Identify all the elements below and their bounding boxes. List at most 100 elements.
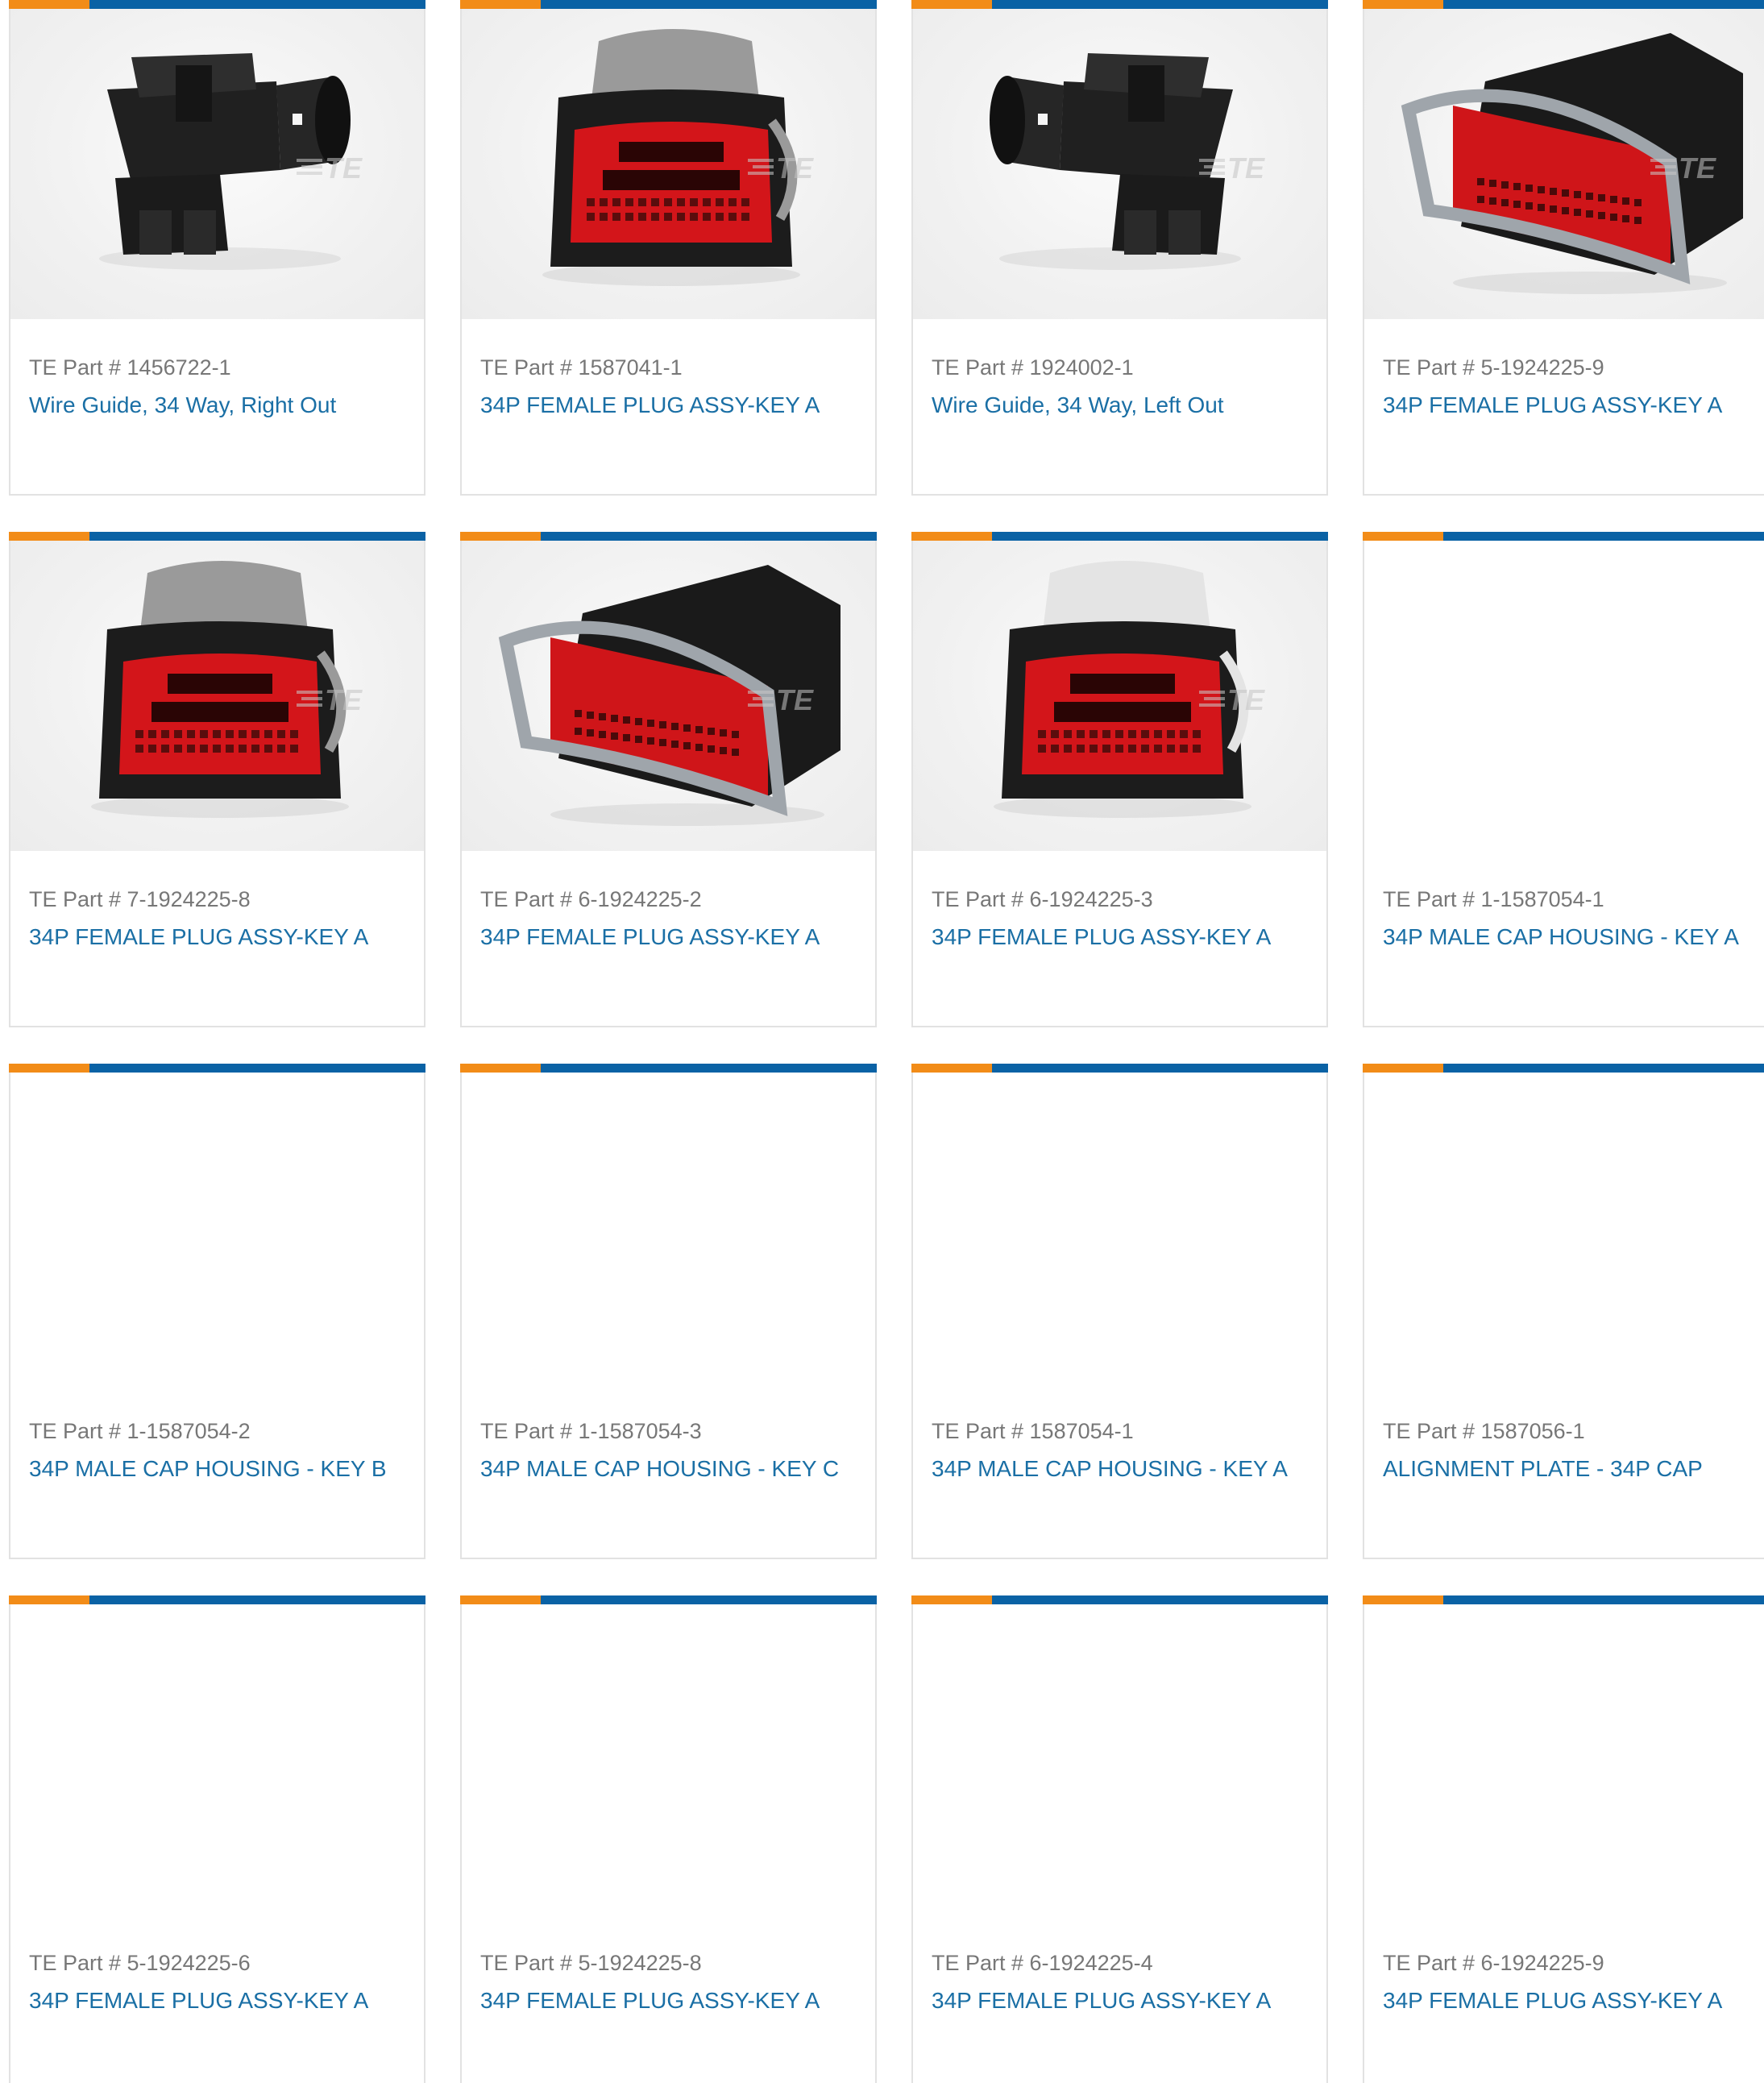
- accent-bar-orange: [460, 0, 541, 9]
- svg-text:TE: TE: [1227, 683, 1265, 716]
- product-name-link[interactable]: 34P FEMALE PLUG ASSY-KEY A: [1383, 1988, 1722, 2014]
- card-accent-bar: [911, 1595, 1328, 1604]
- product-name-link[interactable]: 34P MALE CAP HOUSING - KEY A: [1383, 924, 1739, 950]
- product-name-link[interactable]: Wire Guide, 34 Way, Right Out: [29, 392, 336, 418]
- part-number: TE Part # 6-1924225-4: [932, 1951, 1153, 1975]
- accent-bar-blue: [541, 532, 877, 541]
- product-name-link[interactable]: 34P MALE CAP HOUSING - KEY B: [29, 1456, 387, 1482]
- accent-bar-orange: [1363, 0, 1443, 9]
- accent-bar-blue: [541, 0, 877, 9]
- accent-bar-blue: [992, 1064, 1328, 1073]
- part-number: TE Part # 1587041-1: [480, 355, 683, 380]
- accent-bar-orange: [9, 1595, 89, 1604]
- product-card[interactable]: TE TE Part # 6-1924225-3 34P FEMALE PLUG A…: [911, 532, 1328, 1027]
- product-name-link[interactable]: Wire Guide, 34 Way, Left Out: [932, 392, 1224, 418]
- part-number: TE Part # 5-1924225-9: [1383, 355, 1604, 380]
- product-image[interactable]: TE: [913, 9, 1326, 319]
- product-name-link[interactable]: 34P FEMALE PLUG ASSY-KEY A: [480, 1988, 820, 2014]
- accent-bar-blue: [1443, 0, 1764, 9]
- product-image[interactable]: [10, 1073, 424, 1383]
- product-card[interactable]: TE Part # 5-1924225-8 34P FEMALE PLUG ASS…: [460, 1595, 877, 2083]
- part-number: TE Part # 6-1924225-9: [1383, 1951, 1604, 1975]
- product-image[interactable]: TE: [10, 9, 424, 319]
- product-image[interactable]: [462, 1604, 875, 1915]
- product-card[interactable]: TE TE Part # 1456722-1 Wire Guide, 34 Way,…: [9, 0, 425, 496]
- product-name-link[interactable]: 34P FEMALE PLUG ASSY-KEY A: [480, 392, 820, 418]
- product-name-link[interactable]: 34P FEMALE PLUG ASSY-KEY A: [29, 924, 368, 950]
- product-image[interactable]: TE: [913, 541, 1326, 851]
- product-image[interactable]: [913, 1604, 1326, 1915]
- product-image[interactable]: TE: [462, 541, 875, 851]
- part-number: TE Part # 1-1587054-2: [29, 1419, 251, 1443]
- product-image[interactable]: [462, 1073, 875, 1383]
- product-image[interactable]: [1364, 1604, 1764, 1915]
- product-image[interactable]: [1364, 1073, 1764, 1383]
- accent-bar-orange: [460, 1064, 541, 1073]
- accent-bar-orange: [9, 532, 89, 541]
- card-accent-bar: [1363, 532, 1764, 541]
- product-card[interactable]: TE TE Part # 1924002-1 Wire Guide, 34 Way,…: [911, 0, 1328, 496]
- product-name-link[interactable]: 34P FEMALE PLUG ASSY-KEY A: [932, 924, 1271, 950]
- part-number: TE Part # 6-1924225-2: [480, 887, 702, 911]
- part-number: TE Part # 1587056-1: [1383, 1419, 1585, 1443]
- part-number: TE Part # 5-1924225-8: [480, 1951, 702, 1975]
- accent-bar-blue: [992, 532, 1328, 541]
- accent-bar-orange: [460, 1595, 541, 1604]
- product-name-link[interactable]: 34P FEMALE PLUG ASSY-KEY A: [480, 924, 820, 950]
- card-accent-bar: [911, 0, 1328, 9]
- product-card[interactable]: TE TE Part # 6-1924225-2 34P FEMALE PLUG A…: [460, 532, 877, 1027]
- accent-bar-blue: [1443, 532, 1764, 541]
- part-number: TE Part # 1587054-1: [932, 1419, 1134, 1443]
- card-accent-bar: [460, 0, 877, 9]
- card-accent-bar: [1363, 1595, 1764, 1604]
- product-name-link[interactable]: 34P MALE CAP HOUSING - KEY A: [932, 1456, 1288, 1482]
- product-card[interactable]: TE TE Part # 7-1924225-8 34P FEMALE PLUG A…: [9, 532, 425, 1027]
- product-card[interactable]: TE TE Part # 1587041-1 34P FEMALE PLUG ASS…: [460, 0, 877, 496]
- svg-text:TE: TE: [325, 683, 363, 716]
- product-grid: TE TE Part # 1456722-1 Wire Guide, 34 Way,…: [9, 0, 1764, 2083]
- accent-bar-orange: [1363, 1595, 1443, 1604]
- part-number: TE Part # 7-1924225-8: [29, 887, 251, 911]
- accent-bar-blue: [89, 1595, 425, 1604]
- accent-bar-blue: [89, 532, 425, 541]
- card-accent-bar: [9, 532, 425, 541]
- accent-bar-blue: [89, 0, 425, 9]
- product-card[interactable]: TE Part # 1587054-1 34P MALE CAP HOUSING …: [911, 1064, 1328, 1559]
- product-card[interactable]: TE Part # 1-1587054-1 34P MALE CAP HOUSIN…: [1363, 532, 1764, 1027]
- product-image[interactable]: [913, 1073, 1326, 1383]
- accent-bar-orange: [1363, 532, 1443, 541]
- product-name-link[interactable]: 34P MALE CAP HOUSING - KEY C: [480, 1456, 839, 1482]
- card-accent-bar: [9, 1064, 425, 1073]
- product-name-link[interactable]: 34P FEMALE PLUG ASSY-KEY A: [932, 1988, 1271, 2014]
- product-image[interactable]: [1364, 541, 1764, 851]
- accent-bar-orange: [911, 1064, 992, 1073]
- accent-bar-blue: [992, 1595, 1328, 1604]
- product-card[interactable]: TE Part # 1-1587054-3 34P MALE CAP HOUSIN…: [460, 1064, 877, 1559]
- product-card[interactable]: TE Part # 1587056-1 ALIGNMENT PLATE - 34P…: [1363, 1064, 1764, 1559]
- product-image[interactable]: TE: [10, 541, 424, 851]
- product-image[interactable]: TE: [1364, 9, 1764, 319]
- product-name-link[interactable]: 34P FEMALE PLUG ASSY-KEY A: [29, 1988, 368, 2014]
- accent-bar-blue: [89, 1064, 425, 1073]
- card-accent-bar: [460, 1595, 877, 1604]
- product-card[interactable]: TE Part # 1-1587054-2 34P MALE CAP HOUSIN…: [9, 1064, 425, 1559]
- card-accent-bar: [911, 532, 1328, 541]
- product-image[interactable]: [10, 1604, 424, 1915]
- accent-bar-orange: [911, 1595, 992, 1604]
- card-accent-bar: [911, 1064, 1328, 1073]
- product-name-link[interactable]: ALIGNMENT PLATE - 34P CAP: [1383, 1456, 1703, 1482]
- product-card[interactable]: TE TE Part # 5-1924225-9 34P FEMALE PLUG A…: [1363, 0, 1764, 496]
- accent-bar-blue: [541, 1595, 877, 1604]
- card-accent-bar: [460, 1064, 877, 1073]
- product-card[interactable]: TE Part # 6-1924225-4 34P FEMALE PLUG ASS…: [911, 1595, 1328, 2083]
- product-card[interactable]: TE Part # 5-1924225-6 34P FEMALE PLUG ASS…: [9, 1595, 425, 2083]
- card-accent-bar: [1363, 0, 1764, 9]
- product-name-link[interactable]: 34P FEMALE PLUG ASSY-KEY A: [1383, 392, 1722, 418]
- accent-bar-orange: [9, 0, 89, 9]
- svg-text:TE: TE: [776, 151, 814, 185]
- accent-bar-orange: [460, 532, 541, 541]
- part-number: TE Part # 1-1587054-3: [480, 1419, 702, 1443]
- product-image[interactable]: TE: [462, 9, 875, 319]
- product-card[interactable]: TE Part # 6-1924225-9 34P FEMALE PLUG ASS…: [1363, 1595, 1764, 2083]
- accent-bar-orange: [911, 532, 992, 541]
